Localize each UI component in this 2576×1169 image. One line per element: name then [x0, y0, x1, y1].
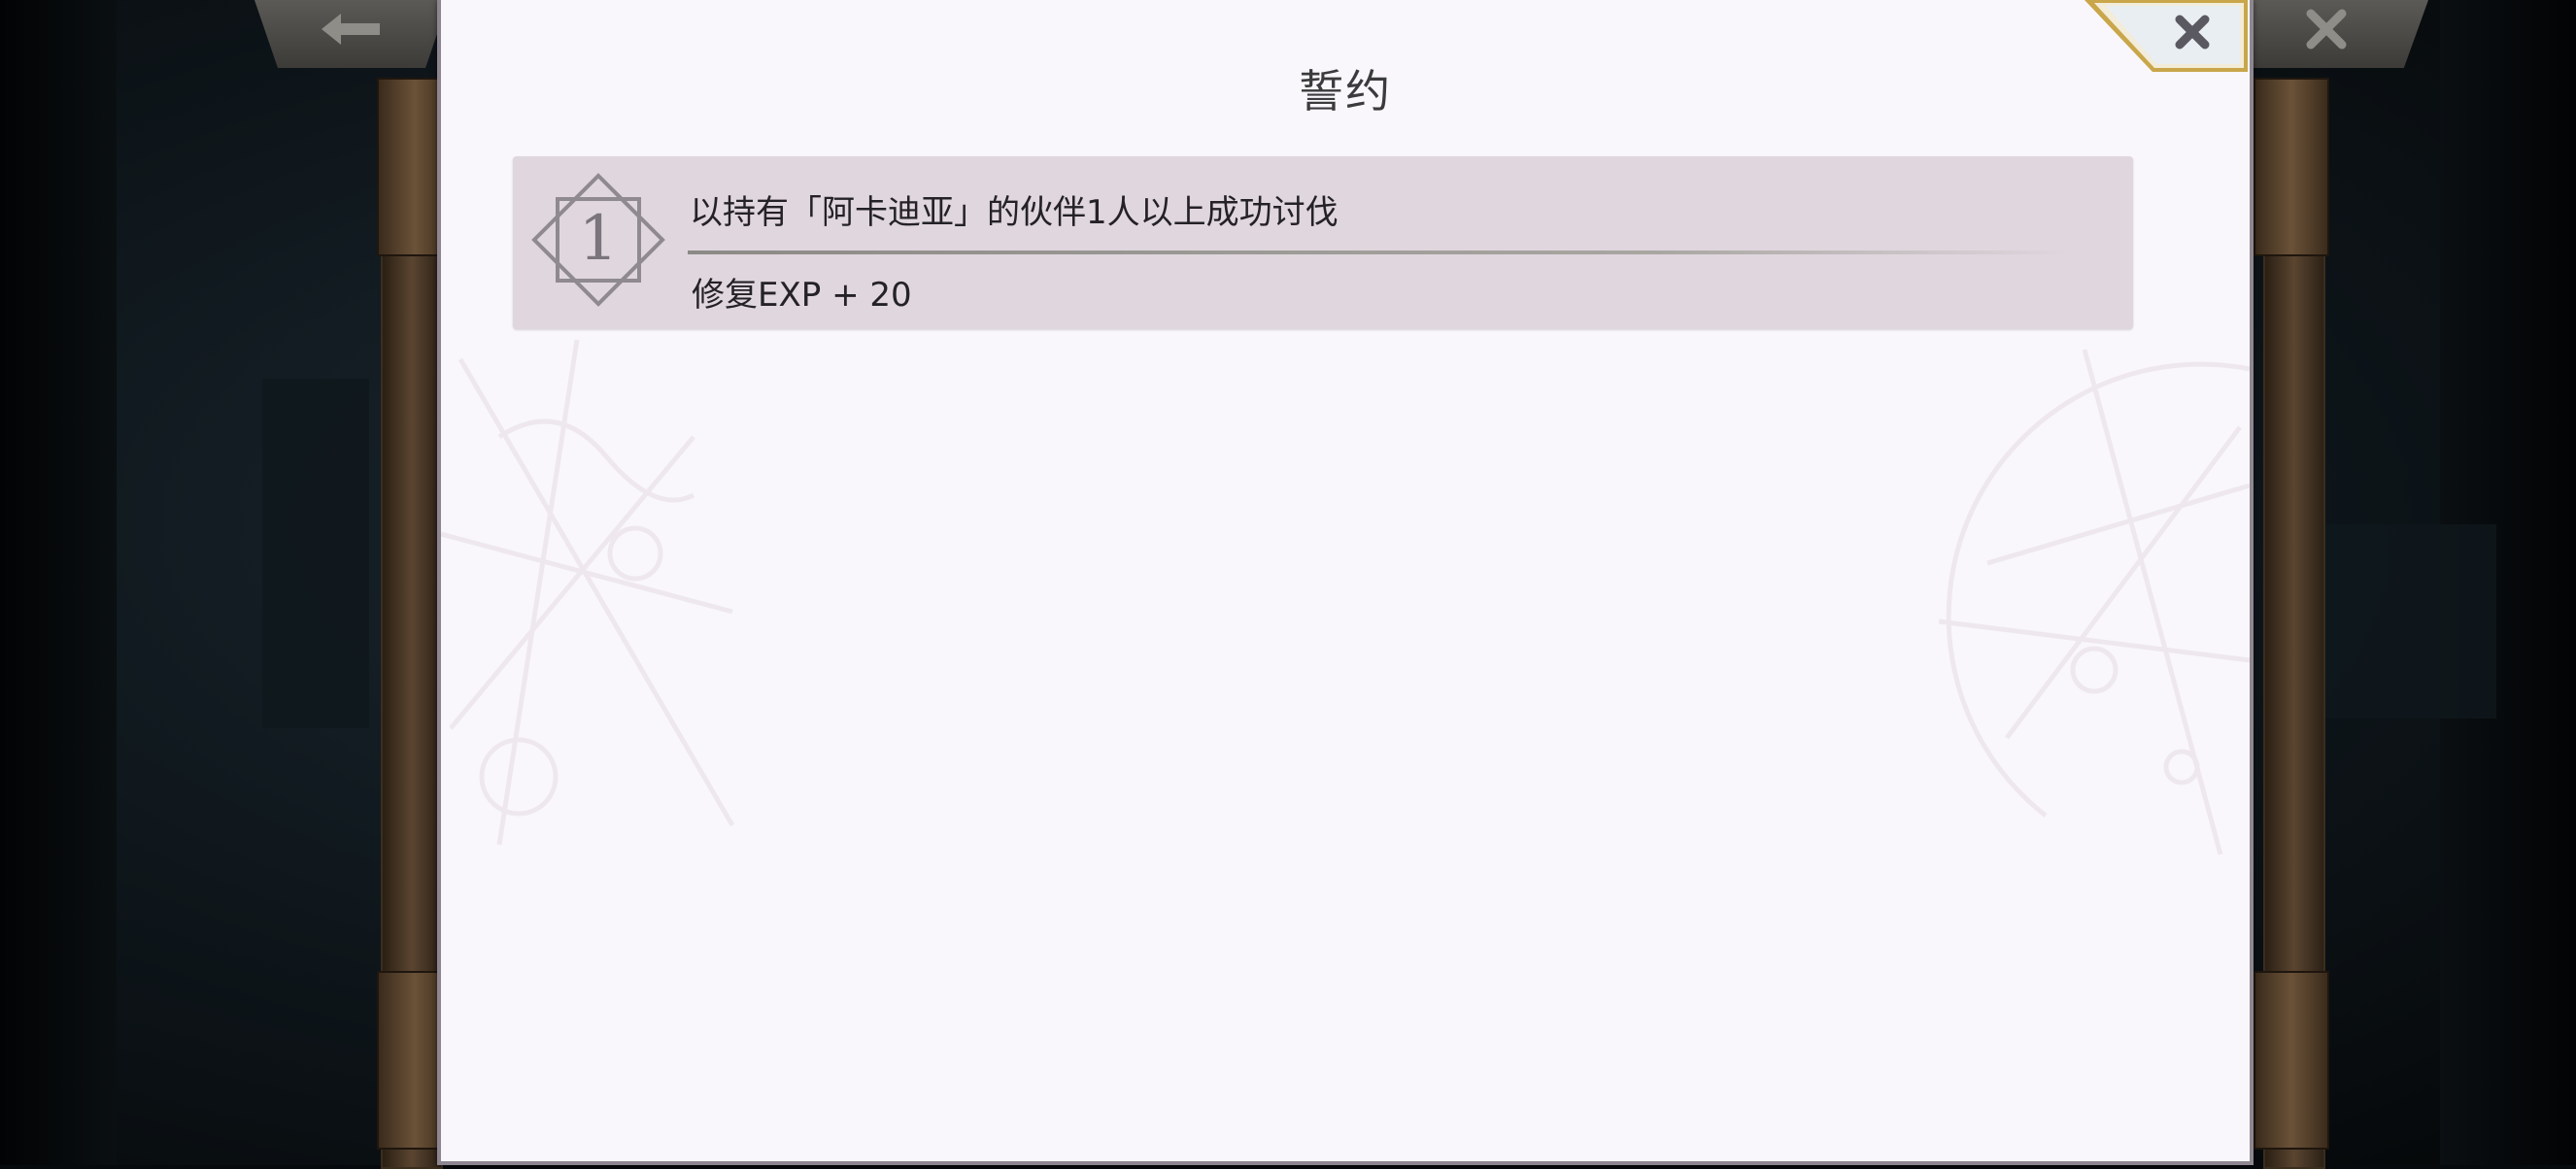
dialog-title: 誓约 — [1299, 65, 1392, 117]
mission-row: 1 以持有「阿卡迪亚」的伙伴1人以上成功讨伐 修复EXP + 20 — [513, 156, 2133, 329]
mission-divider — [688, 250, 2067, 254]
frame-pillar-cap — [2254, 971, 2329, 1150]
close-icon — [2085, 0, 2248, 72]
background-shelf — [2302, 524, 2496, 718]
back-arrow-icon — [318, 10, 386, 59]
mission-reward: 修复EXP + 20 — [692, 276, 912, 315]
mission-condition: 以持有「阿卡迪亚」的伙伴1人以上成功讨伐 — [690, 193, 1339, 232]
frame-pillar-cap — [2254, 78, 2329, 256]
mission-number: 1 — [578, 203, 619, 275]
decorative-clock-ornament — [441, 339, 735, 846]
close-icon — [2303, 6, 2350, 63]
background-left-edge — [0, 0, 117, 1165]
background-shelf — [262, 379, 369, 728]
decorative-clock-ornament — [1938, 349, 2250, 855]
back-button[interactable] — [254, 0, 449, 68]
dialog-close-button[interactable] — [2085, 0, 2248, 72]
background-close-button[interactable] — [2224, 0, 2428, 68]
